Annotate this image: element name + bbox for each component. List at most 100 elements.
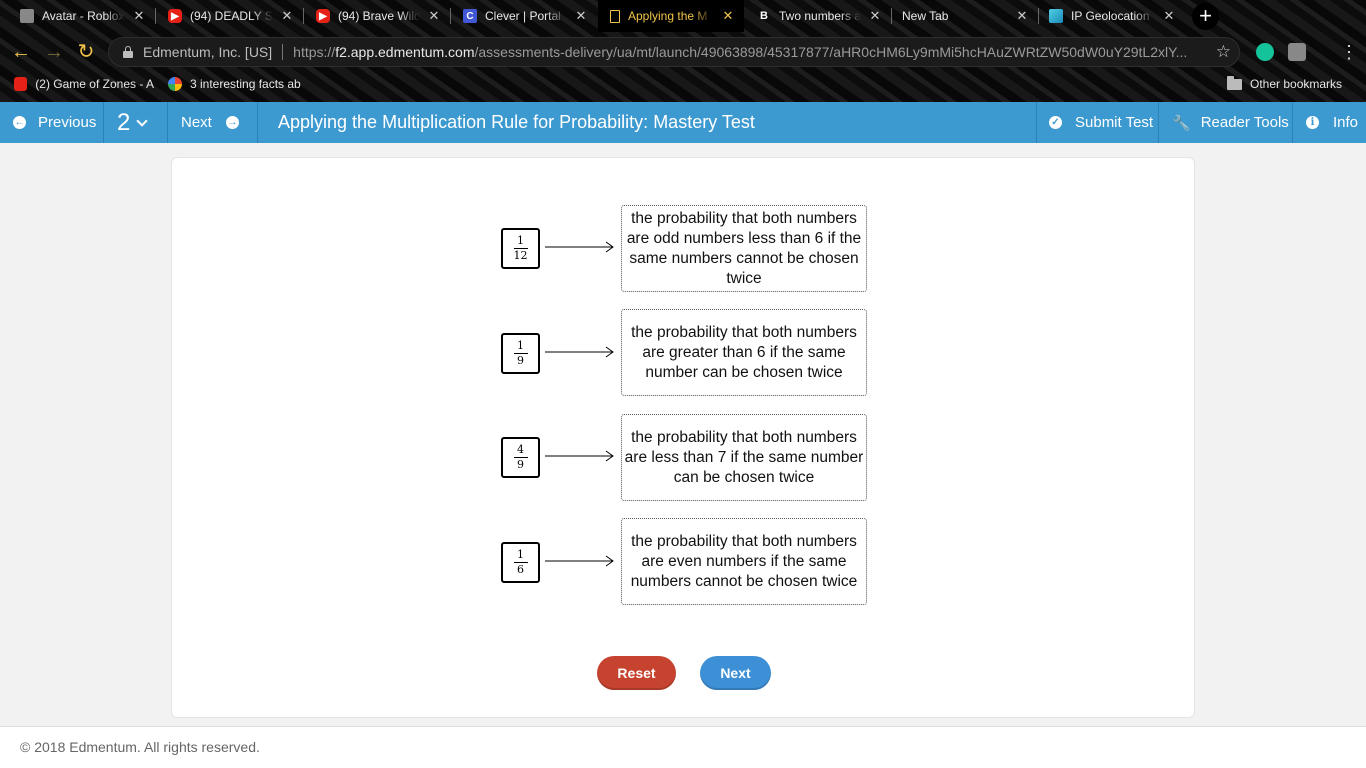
extension-icon[interactable] bbox=[1288, 43, 1306, 61]
tab-title: Avatar - Roblox bbox=[42, 9, 125, 23]
previous-label: Previous bbox=[38, 114, 97, 131]
match-description: the probability that both numbers are le… bbox=[624, 428, 864, 486]
info-icon: i bbox=[1306, 116, 1319, 129]
site-identity: Edmentum, Inc. [US] bbox=[143, 44, 273, 60]
tab-title: Clever | Portal bbox=[485, 9, 561, 23]
new-tab-button[interactable]: + bbox=[1192, 3, 1219, 30]
fraction-numerator: 1 bbox=[517, 234, 524, 247]
fraction-denominator: 12 bbox=[513, 249, 528, 262]
bookmark-label: (2) Game of Zones - A bbox=[35, 77, 154, 91]
roblox-icon bbox=[20, 9, 34, 23]
other-bookmarks-label: Other bookmarks bbox=[1250, 77, 1343, 91]
info-label: Info bbox=[1333, 114, 1359, 131]
browser-menu-icon[interactable]: ⋮ bbox=[1340, 40, 1358, 64]
browser-tab[interactable]: B Two numbers a ✕ bbox=[745, 0, 891, 32]
fraction-numerator: 4 bbox=[517, 443, 524, 456]
reader-tools-button[interactable]: 🔧 Reader Tools bbox=[1159, 102, 1292, 143]
folder-icon bbox=[1227, 75, 1242, 90]
match-description: the probability that both numbers are ev… bbox=[630, 532, 858, 590]
fraction-denominator: 9 bbox=[517, 458, 524, 471]
browser-chrome: Avatar - Roblox ✕ ▶ (94) DEADLY Se ✕ ▶ (… bbox=[0, 0, 1366, 102]
tab-title: New Tab bbox=[902, 9, 949, 23]
forward-arrow-icon[interactable]: → bbox=[42, 40, 66, 64]
fraction-numerator: 1 bbox=[517, 548, 524, 561]
tab-title: IP Geolocation bbox=[1071, 9, 1150, 23]
close-icon[interactable]: ✕ bbox=[1163, 8, 1175, 24]
next-label: Next bbox=[181, 114, 212, 131]
browser-tab-active[interactable]: Applying the M ✕ bbox=[598, 0, 744, 32]
match-target[interactable]: the probability that both numbers are le… bbox=[621, 414, 867, 501]
tab-title: (94) Brave Wild bbox=[338, 9, 420, 23]
bookmark-item[interactable]: (2) Game of Zones - A bbox=[14, 77, 154, 91]
brainly-icon: B bbox=[760, 10, 768, 22]
close-icon[interactable]: ✕ bbox=[575, 8, 587, 24]
next-question-button[interactable]: Next → bbox=[168, 102, 257, 143]
arrow-left-circle-icon: ← bbox=[13, 116, 26, 129]
reader-tools-label: Reader Tools bbox=[1200, 114, 1289, 131]
question-selector[interactable]: 2 bbox=[104, 102, 167, 143]
wrench-icon: 🔧 bbox=[1172, 114, 1191, 132]
next-button[interactable]: Next bbox=[700, 656, 771, 690]
tab-strip: Avatar - Roblox ✕ ▶ (94) DEADLY Se ✕ ▶ (… bbox=[0, 0, 1366, 33]
match-target[interactable]: the probability that both numbers are gr… bbox=[621, 309, 867, 396]
test-header: ← Previous 2 Next → Applying the Multipl… bbox=[0, 102, 1366, 143]
bookmark-item[interactable]: 3 interesting facts ab bbox=[168, 77, 304, 91]
arrow-right-icon bbox=[545, 241, 614, 253]
browser-toolbar: ← → ↻ Edmentum, Inc. [US] https://f2.app… bbox=[0, 33, 1366, 71]
reset-button[interactable]: Reset bbox=[597, 656, 676, 690]
close-icon[interactable]: ✕ bbox=[428, 8, 440, 24]
close-icon[interactable]: ✕ bbox=[1016, 8, 1028, 24]
match-description: the probability that both numbers are gr… bbox=[631, 323, 857, 381]
bookmark-star-icon[interactable]: ☆ bbox=[1216, 42, 1231, 62]
browser-tab[interactable]: C Clever | Portal ✕ bbox=[451, 0, 597, 32]
match-description: the probability that both numbers are od… bbox=[626, 209, 862, 287]
tab-title: (94) DEADLY Se bbox=[190, 9, 273, 23]
browser-tab[interactable]: ▶ (94) DEADLY Se ✕ bbox=[156, 0, 303, 32]
youtube-icon bbox=[14, 77, 28, 91]
url-path: /assessments-delivery/ua/mt/launch/49063… bbox=[474, 44, 1188, 60]
fraction-tile[interactable]: 4 9 bbox=[501, 437, 540, 478]
browser-tab[interactable]: IP Geolocation ✕ bbox=[1039, 0, 1185, 32]
arrow-right-icon bbox=[545, 346, 614, 358]
back-arrow-icon[interactable]: ← bbox=[9, 40, 33, 64]
info-button[interactable]: i Info bbox=[1293, 102, 1366, 143]
reload-icon[interactable]: ↻ bbox=[74, 40, 98, 64]
header-divider bbox=[257, 102, 258, 143]
url-text: https://f2.app.edmentum.com/assessments-… bbox=[293, 44, 1213, 60]
close-icon[interactable]: ✕ bbox=[133, 8, 145, 24]
check-circle-icon: ✓ bbox=[1049, 116, 1062, 129]
match-target[interactable]: the probability that both numbers are od… bbox=[621, 205, 867, 292]
youtube-icon: ▶ bbox=[168, 9, 182, 23]
copyright-text: © 2018 Edmentum. All rights reserved. bbox=[20, 739, 260, 755]
geolocation-icon bbox=[1049, 9, 1063, 23]
bookmark-label: 3 interesting facts ab bbox=[190, 77, 301, 91]
fraction-tile[interactable]: 1 12 bbox=[501, 228, 540, 269]
document-icon bbox=[610, 9, 620, 23]
browser-tab[interactable]: ▶ (94) Brave Wild ✕ bbox=[304, 0, 450, 32]
close-icon[interactable]: ✕ bbox=[281, 8, 293, 24]
tab-title: Applying the M bbox=[628, 9, 708, 23]
arrow-right-icon bbox=[545, 555, 614, 567]
address-divider bbox=[282, 44, 284, 60]
google-icon bbox=[168, 77, 182, 91]
arrow-right-circle-icon: → bbox=[225, 116, 239, 129]
fraction-tile[interactable]: 1 6 bbox=[501, 542, 540, 583]
fraction-tile[interactable]: 1 9 bbox=[501, 333, 540, 374]
previous-button[interactable]: ← Previous bbox=[0, 102, 103, 143]
arrow-right-icon bbox=[545, 450, 614, 462]
close-icon[interactable]: ✕ bbox=[722, 8, 734, 24]
youtube-icon: ▶ bbox=[316, 9, 330, 23]
match-target[interactable]: the probability that both numbers are ev… bbox=[621, 518, 867, 605]
question-card: 1 12 the probability that both numbers a… bbox=[171, 157, 1195, 718]
grammarly-icon[interactable] bbox=[1256, 43, 1274, 61]
address-bar[interactable]: Edmentum, Inc. [US] https://f2.app.edmen… bbox=[108, 37, 1240, 67]
fraction-denominator: 9 bbox=[517, 354, 524, 367]
submit-test-button[interactable]: ✓ Submit Test bbox=[1037, 102, 1158, 143]
close-icon[interactable]: ✕ bbox=[869, 8, 881, 24]
browser-tab[interactable]: New Tab ✕ bbox=[892, 0, 1038, 32]
tab-title: Two numbers a bbox=[779, 9, 861, 23]
fraction-denominator: 6 bbox=[517, 563, 524, 576]
browser-tab[interactable]: Avatar - Roblox ✕ bbox=[0, 0, 155, 32]
submit-label: Submit Test bbox=[1075, 114, 1154, 131]
other-bookmarks[interactable]: Other bookmarks bbox=[1227, 75, 1343, 91]
